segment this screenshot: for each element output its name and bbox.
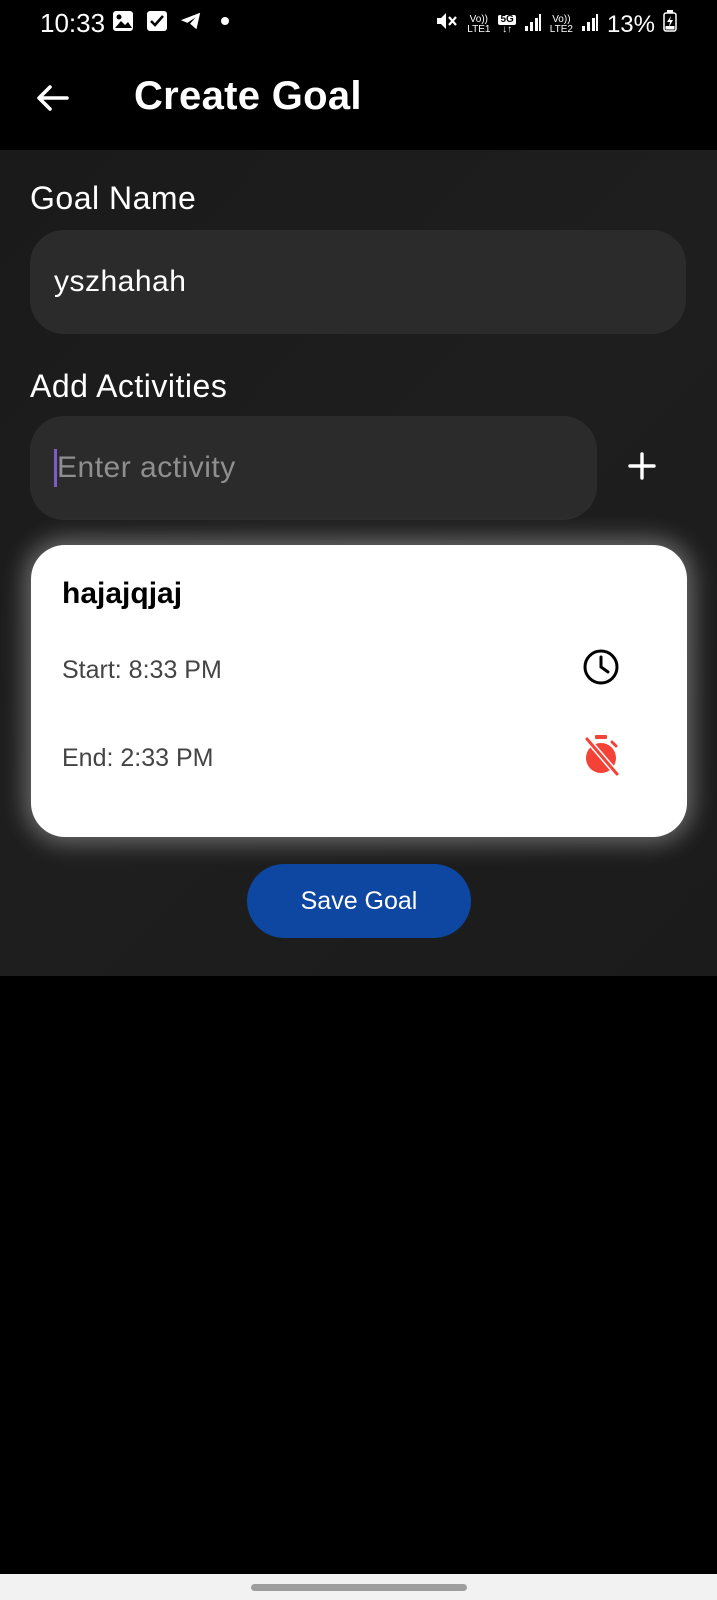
app-bar: Create Goal xyxy=(0,48,717,148)
net-5g-label: 5G xyxy=(498,13,516,25)
activity-placeholder: Enter activity xyxy=(57,451,236,484)
activity-card: hajajqjaj Start: 8:33 PM End: 2:33 PM xyxy=(31,545,687,837)
plus-icon xyxy=(627,451,657,486)
network-lte1: Vo)) LTE1 xyxy=(467,13,491,35)
goal-name-value: yszhahah xyxy=(54,265,187,298)
save-goal-button[interactable]: Save Goal xyxy=(247,864,471,938)
goal-name-input[interactable]: yszhahah xyxy=(30,230,686,334)
net2-top-label: Vo)) xyxy=(552,13,571,25)
goal-name-label: Goal Name xyxy=(30,180,197,216)
battery-percent: 13% xyxy=(606,10,655,38)
clock-icon xyxy=(582,648,620,691)
activity-start-time: Start: 8:33 PM xyxy=(62,656,222,684)
telegram-icon xyxy=(180,10,202,32)
add-activities-label: Add Activities xyxy=(30,368,228,404)
status-bar: 10:33 Vo)) LTE1 5G ↓↑ Vo)) LTE2 13% xyxy=(0,0,717,48)
status-right: Vo)) LTE1 5G ↓↑ Vo)) LTE2 13% xyxy=(435,10,677,39)
signal-bars-icon xyxy=(524,11,542,39)
network-lte2: Vo)) LTE2 xyxy=(549,13,573,35)
mute-icon xyxy=(435,10,459,39)
checkbox-notification-icon xyxy=(146,10,168,32)
timer-off-icon xyxy=(582,734,620,781)
page-title: Create Goal xyxy=(134,74,362,118)
activity-end-time: End: 2:33 PM xyxy=(62,744,214,772)
end-time-picker-button[interactable] xyxy=(579,734,623,781)
net1-top-label: Vo)) xyxy=(469,13,489,25)
more-notifications-dot-icon xyxy=(214,10,236,32)
create-goal-form: Goal Name yszhahah Add Activities Enter … xyxy=(0,150,717,976)
data-arrows-icon: ↓↑ xyxy=(502,23,513,35)
activity-title: hajajqjaj xyxy=(62,577,183,610)
start-time-picker-button[interactable] xyxy=(579,647,623,691)
status-time: 10:33 xyxy=(40,8,106,38)
battery-charging-icon xyxy=(663,10,677,39)
back-button[interactable] xyxy=(30,78,74,122)
network-5g: 5G ↓↑ xyxy=(498,13,516,35)
gesture-nav-bar xyxy=(0,1574,717,1600)
signal-bars-2-icon xyxy=(581,11,599,39)
home-handle[interactable] xyxy=(251,1584,467,1591)
add-activity-button[interactable] xyxy=(614,440,670,496)
notification-icons xyxy=(112,10,236,32)
gallery-icon xyxy=(112,10,134,32)
arrow-left-icon xyxy=(35,83,69,118)
net1-bottom-label: LTE1 xyxy=(467,23,491,35)
net2-bottom-label: LTE2 xyxy=(549,23,573,35)
activity-input[interactable]: Enter activity xyxy=(30,416,597,520)
